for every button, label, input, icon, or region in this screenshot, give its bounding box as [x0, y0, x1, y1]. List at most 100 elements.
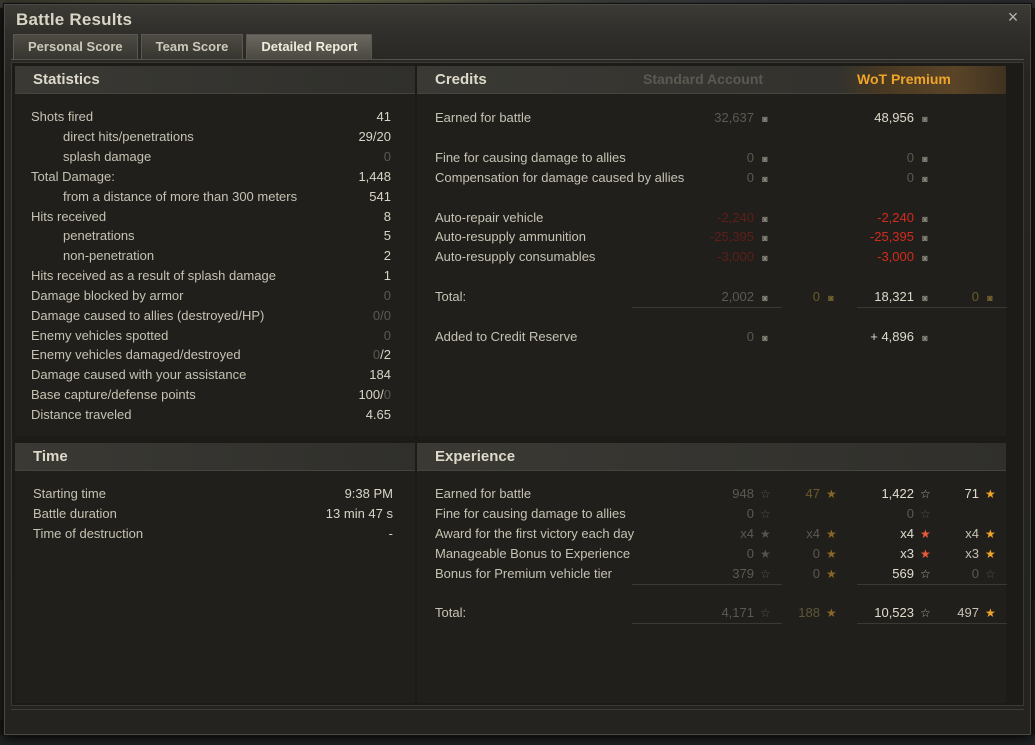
std-credit-value: -2,240 ◙: [717, 208, 770, 229]
experience-header: Experience: [417, 443, 1006, 471]
xp-star-icon: ☆: [920, 567, 931, 581]
xp-label: Earned for battle: [435, 486, 532, 501]
credit-label: Earned for battle: [435, 110, 532, 125]
prem-credit-amount: -3,000: [877, 249, 914, 264]
credit-coin-icon: ◙: [922, 114, 928, 124]
prem-total-underline: [857, 307, 1007, 308]
stat-value: 0: [383, 149, 391, 164]
prem-credit-value: 18,321 ◙: [874, 287, 930, 308]
prem-credit-amount: 18,321: [874, 289, 914, 304]
xp-star-icon: ☆: [760, 606, 771, 620]
xp-star-icon: ★: [760, 547, 771, 561]
stat-value: 100/0: [358, 385, 391, 405]
stat-label: Distance traveled: [31, 407, 132, 422]
stat-value: 1: [383, 268, 391, 283]
stats-row: Damage caused with your assistance 184: [31, 365, 391, 385]
xp-star-icon: ★: [920, 527, 931, 541]
prem-credit-value: + 4,896 ◙: [870, 327, 930, 348]
credit-coin-icon: ◙: [762, 333, 768, 343]
stat-value: 1,448: [358, 169, 391, 184]
xp-star-icon: ☆: [920, 487, 931, 501]
std-free-xp-amount: 47: [805, 486, 820, 501]
std-free-xp-value: 0 ★: [813, 564, 837, 584]
prem-free-xp-value: 71 ★: [965, 484, 996, 504]
prem-xp-amount: 569: [892, 566, 914, 581]
free-xp-star-icon: ★: [985, 527, 996, 541]
stat-label: Damage caused with your assistance: [31, 367, 247, 382]
free-xp-star-icon: ★: [985, 547, 996, 561]
prem-free-xp-amount: 0: [971, 566, 979, 581]
tabs-divider: [11, 59, 1024, 60]
time-value: -: [388, 526, 393, 541]
tab-detailed-report[interactable]: Detailed Report: [246, 34, 373, 59]
credit-label: Compensation for damage caused by allies: [435, 170, 685, 185]
prem-credit-amount: -25,395: [869, 229, 914, 244]
stat-value: 0: [383, 328, 391, 343]
stats-row: Shots fired 41: [31, 107, 391, 127]
credits-title: Credits: [435, 71, 487, 88]
std-xp-value: 4,171 ☆: [721, 603, 770, 623]
statistics-title: Statistics: [33, 71, 100, 88]
prem-xp-value: 569 ☆: [892, 564, 930, 584]
tab-team-score[interactable]: Team Score: [140, 34, 244, 59]
stat-label: Damage caused to allies (destroyed/HP): [31, 308, 265, 323]
credit-row: Earned for battle 32,637 ◙ 48,956 ◙: [435, 108, 995, 128]
std-free-xp-value: x4 ★: [806, 524, 837, 544]
stat-label: penetrations: [63, 228, 135, 243]
xp-star-icon: ★: [760, 527, 771, 541]
credit-coin-icon: ◙: [762, 253, 768, 263]
free-xp-star-icon: ★: [826, 606, 837, 620]
time-header: Time: [15, 443, 415, 471]
std-free-xp-value: 0 ★: [813, 544, 837, 564]
std-total-underline: [632, 307, 782, 308]
prem-credit-value: 0 ◙: [907, 168, 930, 189]
detailed-report-content: Statistics Shots fired 41 direct hits/pen…: [11, 62, 1024, 706]
credit-coin-icon: ◙: [922, 233, 928, 243]
credit-coin-icon: ◙: [922, 174, 928, 184]
stat-value: 41: [376, 109, 391, 124]
credit-row: Fine for causing damage to allies 0 ◙ 0 ◙: [435, 148, 995, 168]
prem-xp-total-underline: [857, 623, 1007, 624]
std-credit-amount: 0: [746, 150, 754, 165]
time-label: Time of destruction: [33, 526, 144, 541]
std-credit-amount: 32,637: [714, 110, 754, 125]
stat-value: 29/20: [358, 129, 391, 144]
xp-label: Total:: [435, 605, 467, 620]
std-xp-amount: 0: [746, 546, 754, 561]
std-credit-value: 0 ◙: [747, 327, 770, 348]
tab-personal-score[interactable]: Personal Score: [13, 34, 138, 59]
free-xp-star-icon: ★: [826, 567, 837, 581]
xp-star-icon: ☆: [920, 507, 931, 521]
stat-value-part: /2: [380, 347, 391, 362]
time-row: Battle duration 13 min 47 s: [33, 504, 393, 524]
stats-row: Enemy vehicles spotted 0: [31, 326, 391, 346]
stat-value: 0/2: [373, 345, 391, 365]
stat-label: splash damage: [63, 149, 152, 164]
credit-label: Added to Credit Reserve: [435, 329, 578, 344]
stats-row: splash damage 0: [31, 147, 391, 167]
prem-free-xp-amount: x4: [965, 526, 979, 541]
std-xp-value: 0 ★: [746, 544, 771, 564]
prem-gold-amount: 0: [971, 289, 979, 304]
std-xp-value: x4 ★: [740, 524, 771, 544]
time-row: Time of destruction -: [33, 524, 393, 544]
std-credit-amount: -3,000: [717, 249, 754, 264]
credit-coin-icon: ◙: [762, 154, 768, 164]
stat-value: 5: [383, 228, 391, 243]
stats-row: non-penetration 2: [31, 246, 391, 266]
credit-coin-icon: ◙: [922, 253, 928, 263]
stat-label: Total Damage:: [31, 169, 115, 184]
credit-coin-icon: ◙: [762, 114, 768, 124]
xp-label: Award for the first victory each day: [435, 526, 635, 541]
credit-coin-icon: ◙: [762, 293, 768, 303]
experience-panel: Experience Earned for battle 948 ☆ 47 ★ 1,…: [417, 443, 1007, 703]
std-credit-amount: 0: [746, 170, 754, 185]
std-credit-value: 0 ◙: [747, 148, 770, 169]
prem-free-xp-value: x4 ★: [965, 524, 996, 544]
prem-credit-amount: 48,956: [874, 110, 914, 125]
close-icon[interactable]: ×: [1004, 8, 1022, 26]
std-credit-value: 32,637 ◙: [714, 108, 770, 129]
prem-free-xp-value: 497 ★: [957, 603, 995, 623]
xp-label: Manageable Bonus to Experience: [435, 546, 631, 561]
stat-value-part: 0: [383, 387, 391, 402]
